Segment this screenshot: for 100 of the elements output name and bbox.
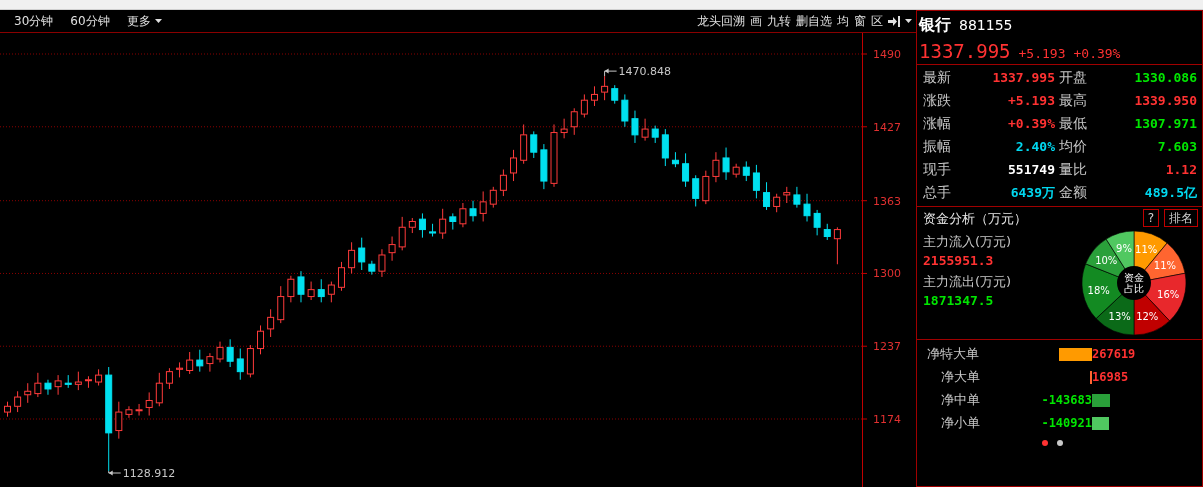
stat-label: 现手: [923, 160, 952, 179]
candlestick: [702, 170, 710, 205]
caret-icon[interactable]: [905, 19, 912, 23]
slice-label: 10%: [1095, 255, 1118, 267]
toolbar-button[interactable]: 均: [837, 12, 849, 30]
candlestick: [125, 405, 133, 419]
candlestick: [206, 352, 214, 373]
candlestick: [692, 174, 700, 207]
stat-value: +0.39%: [1007, 115, 1055, 133]
stat-label: 振幅: [923, 137, 952, 156]
candlestick: [722, 147, 730, 181]
candlestick: [580, 93, 588, 119]
candlestick: [135, 403, 143, 417]
candlestick: [176, 361, 184, 378]
stat-value: 7.603: [1156, 138, 1197, 156]
candlestick: [226, 338, 234, 368]
candlestick: [550, 123, 558, 188]
candlestick: [297, 270, 305, 303]
index-name: 银行: [919, 15, 951, 36]
toolbar-button[interactable]: 区: [871, 12, 883, 30]
candlestick: [712, 151, 720, 183]
help-button[interactable]: ?: [1142, 209, 1159, 227]
candlestick: [54, 374, 62, 396]
candlestick: [479, 190, 487, 222]
candlestick: [155, 372, 163, 407]
candlestick: [358, 237, 366, 271]
price-axis-label: 1363: [873, 194, 901, 208]
candlestick: [783, 186, 791, 204]
candlestick: [793, 186, 801, 209]
stat-value: 1.12: [1164, 161, 1197, 179]
candlestick: [823, 223, 831, 241]
candlestick: [459, 202, 467, 228]
stat-label: 最低: [1059, 114, 1088, 133]
period-tab[interactable]: 60分钟: [70, 12, 110, 30]
toolbar-button[interactable]: 窗: [854, 12, 866, 30]
candlestick: [540, 143, 548, 190]
candlestick: [4, 401, 11, 418]
price-axis-label: 1237: [873, 340, 901, 354]
candlestick: [257, 324, 264, 355]
candlestick: [196, 349, 204, 373]
slice-label: 13%: [1108, 311, 1131, 323]
stat-value: 1337.995: [991, 69, 1055, 87]
stat-value: 489.5亿: [1143, 184, 1197, 202]
price-change: +5.193: [1018, 46, 1066, 61]
flow-label: 净大单: [940, 368, 981, 386]
candlestick: [236, 348, 244, 381]
toolbar-button[interactable]: 删自选: [796, 12, 832, 30]
price-axis-label: 1174: [873, 413, 901, 426]
candlestick: [813, 209, 821, 236]
candlestick: [621, 93, 629, 128]
candlestick: [742, 160, 750, 182]
candlestick: [752, 164, 760, 199]
candlestick: [499, 169, 507, 197]
slice-label: 11%: [1153, 259, 1177, 271]
stat-label: 总手: [923, 183, 952, 202]
candlestick: [277, 285, 285, 324]
stat-label: 涨幅: [923, 114, 952, 133]
candlestick: [641, 118, 649, 142]
candlestick: [570, 107, 578, 136]
candlestick: [74, 371, 82, 391]
page-dot[interactable]: [1057, 440, 1063, 446]
outflow-label: 主力流出(万元): [923, 273, 1013, 291]
index-code: 881155: [959, 17, 1013, 33]
inflow-value: 2155951.3: [923, 252, 995, 270]
toolbar-button[interactable]: 九转: [767, 12, 791, 30]
candlestick: [84, 375, 92, 389]
stat-value: 1330.086: [1133, 69, 1197, 87]
stat-value: +5.193: [1007, 92, 1055, 110]
candlestick: [64, 374, 72, 389]
candlestick: [95, 368, 103, 386]
stat-label: 金额: [1059, 183, 1088, 202]
last-price: 1337.995: [919, 40, 1011, 62]
toolbar-button[interactable]: 龙头回溯: [697, 12, 745, 30]
candlestick: [418, 212, 426, 239]
candlestick: [267, 308, 275, 338]
candlestick: [338, 261, 345, 292]
candlestick: [34, 372, 42, 398]
candlestick: [287, 275, 295, 303]
candlestick: [449, 212, 457, 231]
stat-value: 1339.950: [1133, 92, 1197, 110]
period-tab[interactable]: 30分钟: [14, 12, 54, 30]
candlestick: [348, 241, 356, 274]
candlestick: [601, 75, 609, 101]
candlestick: [317, 278, 325, 303]
pin-icon[interactable]: [888, 15, 900, 27]
dropdown-button[interactable]: 更多: [126, 12, 162, 30]
rank-button[interactable]: 排名: [1164, 209, 1198, 227]
stat-value: 551749: [1007, 161, 1055, 179]
stat-label: 最新: [923, 68, 952, 87]
page-dot[interactable]: [1042, 440, 1048, 446]
toolbar-button[interactable]: 画: [750, 12, 762, 30]
slice-label: 16%: [1157, 289, 1180, 301]
slice-label: 12%: [1136, 311, 1159, 323]
candlestick: [763, 181, 771, 211]
candlestick: [429, 223, 437, 237]
leader-line: [108, 470, 122, 476]
candlestick: [682, 152, 690, 188]
price-axis-label: 1490: [873, 48, 901, 61]
price-annotation: 1128.912: [122, 467, 176, 480]
outflow-value: 1871347.5: [923, 292, 995, 310]
